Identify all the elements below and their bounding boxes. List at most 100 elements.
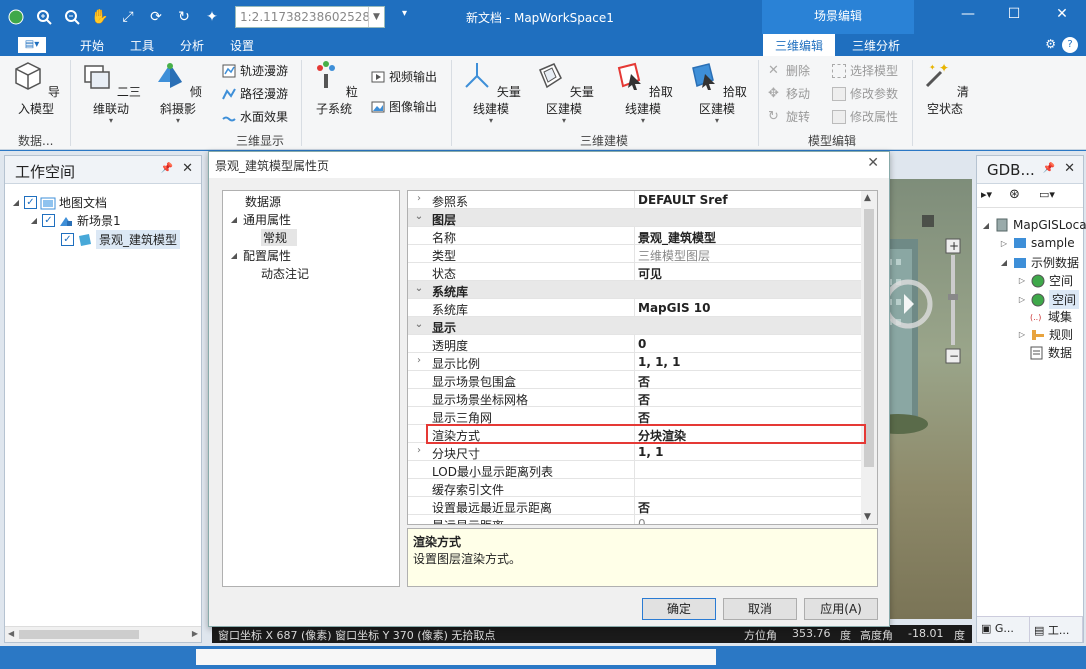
property-value[interactable]: 否: [638, 499, 650, 516]
gdb-node-rules[interactable]: ▷ 规则: [1017, 326, 1073, 343]
full-extent-icon[interactable]: ⤢: [116, 5, 140, 29]
gdb-node-spatial-2[interactable]: ▷ 空间: [1017, 290, 1080, 309]
tab-tools[interactable]: 工具: [130, 37, 154, 54]
chevron-down-icon[interactable]: ▼: [368, 7, 384, 27]
property-value[interactable]: 否: [638, 391, 650, 408]
video-output-button[interactable]: 视频输出: [371, 68, 437, 85]
tab-edit3d[interactable]: 三维编辑: [763, 34, 836, 56]
nav-datasource[interactable]: 数据源: [245, 193, 281, 210]
water-effect-button[interactable]: 水面效果: [222, 108, 288, 125]
property-value[interactable]: 0: [638, 337, 646, 351]
scene-3d-view[interactable]: + −: [878, 179, 972, 619]
pan-hand-icon[interactable]: ✋: [88, 5, 112, 29]
expand-icon[interactable]: ›: [412, 355, 426, 366]
gdb-node-sample-data[interactable]: ◢ 示例数据: [999, 254, 1079, 271]
particle-system-button[interactable]: 粒子系统: [306, 60, 362, 117]
ok-button[interactable]: 确定: [642, 598, 716, 620]
horizontal-scrollbar[interactable]: ◀ ▶: [5, 626, 201, 642]
scale-combobox[interactable]: 1:2.11738238602528 ▼: [235, 6, 385, 28]
grid-property-row[interactable]: 渲染方式 分块渲染: [408, 425, 862, 443]
move-button[interactable]: ✥ 移动: [768, 85, 810, 102]
pin-icon[interactable]: 📌: [1043, 163, 1055, 174]
grid-property-row[interactable]: 缓存索引文件: [408, 479, 862, 497]
delete-button[interactable]: ✕ 删除: [768, 62, 810, 79]
image-output-button[interactable]: 图像输出: [371, 98, 437, 115]
app-globe-icon[interactable]: [4, 5, 28, 29]
property-value[interactable]: DEFAULT Sref: [638, 193, 728, 207]
modify-attrs-button[interactable]: 修改属性: [832, 108, 898, 125]
grid-property-row[interactable]: 显示场景包围盒 否: [408, 371, 862, 389]
apply-button[interactable]: 应用(A): [804, 598, 878, 620]
tab-start[interactable]: 开始: [80, 37, 104, 54]
modify-params-button[interactable]: 修改参数: [832, 85, 898, 102]
property-value[interactable]: 三维模型图层: [638, 247, 710, 264]
scroll-left-icon[interactable]: ◀: [8, 629, 14, 638]
grid-category-row[interactable]: ⌄ 显示: [408, 317, 862, 335]
property-value[interactable]: 可见: [638, 265, 662, 282]
nav-normal[interactable]: 常规: [261, 229, 298, 246]
grid-property-row[interactable]: 设置最远最近显示距离 否: [408, 497, 862, 515]
grid-category-row[interactable]: ⌄ 图层: [408, 209, 862, 227]
expand-icon[interactable]: ›: [412, 193, 426, 204]
dialog-close-icon[interactable]: ✕: [867, 155, 879, 171]
expand-icon[interactable]: ◢: [999, 258, 1009, 267]
nav-config[interactable]: ◢ 配置属性: [229, 247, 291, 264]
scroll-down-icon[interactable]: ▼: [864, 512, 871, 522]
gdb-node-domain[interactable]: (..) 域集: [1029, 308, 1072, 325]
tab-analysis3d[interactable]: 三维分析: [852, 37, 900, 54]
refresh-icon[interactable]: ⟳: [144, 5, 168, 29]
maximize-button[interactable]: ☐: [1004, 6, 1024, 22]
clear-state-button[interactable]: ✦ ✦ 清空状态: [918, 60, 972, 117]
tree-node-map-doc[interactable]: ◢ ✓ 地图文档: [11, 194, 107, 211]
vertical-scrollbar[interactable]: ▲ ▼: [861, 191, 877, 524]
grid-property-row[interactable]: 状态 可见: [408, 263, 862, 281]
grid-property-row[interactable]: › 分块尺寸 1, 1: [408, 443, 862, 461]
expand-icon[interactable]: ◢: [29, 216, 39, 225]
grid-property-row[interactable]: 系统库 MapGIS 10: [408, 299, 862, 317]
vector-line-model-button[interactable]: 矢量线建模 ▾: [458, 60, 524, 125]
expand-icon[interactable]: ◢: [11, 198, 21, 207]
grid-property-row[interactable]: › 参照系 DEFAULT Sref: [408, 191, 862, 209]
expand-icon[interactable]: ◢: [981, 221, 991, 230]
close-button[interactable]: ✕: [1052, 6, 1072, 22]
link-2d3d-button[interactable]: 二三维联动 ▾: [78, 60, 144, 125]
pick-line-model-button[interactable]: 拾取线建模 ▾: [610, 60, 676, 125]
help-icon[interactable]: ?: [1062, 37, 1078, 53]
nav-dynamic-note[interactable]: 动态注记: [261, 265, 309, 282]
nav-general[interactable]: ◢ 通用属性: [229, 211, 291, 228]
close-icon[interactable]: ✕: [182, 161, 193, 176]
tab-gdb[interactable]: ▣ G...: [977, 617, 1030, 642]
checkbox[interactable]: ✓: [42, 214, 55, 227]
expand-icon[interactable]: ▷: [1017, 276, 1027, 285]
gdb-node-sample[interactable]: ▷ sample: [999, 236, 1075, 250]
collapse-icon[interactable]: ⌄: [412, 211, 426, 222]
scroll-thumb[interactable]: [864, 209, 874, 467]
expand-icon[interactable]: ›: [412, 445, 426, 456]
collapse-icon[interactable]: ⌄: [412, 283, 426, 294]
app-menu-button[interactable]: ▤▾: [18, 37, 46, 53]
property-value[interactable]: 1, 1, 1: [638, 355, 681, 369]
property-value[interactable]: 0: [638, 517, 646, 524]
gdb-view-icon[interactable]: ▭▾: [1039, 188, 1055, 201]
scroll-thumb[interactable]: [19, 630, 139, 639]
qat-customize-icon[interactable]: ▾: [402, 8, 407, 19]
tree-node-layer[interactable]: ✓ 景观_建筑模型: [61, 230, 181, 249]
grid-property-row[interactable]: 类型 三维模型图层: [408, 245, 862, 263]
expand-icon[interactable]: ◢: [229, 251, 239, 260]
gear-icon[interactable]: ⚙: [1045, 37, 1056, 51]
import-model-button[interactable]: 导入模型: [8, 60, 64, 117]
collapse-icon[interactable]: ⌄: [412, 319, 426, 330]
rotate-button[interactable]: ↻ 旋转: [768, 108, 810, 125]
tree-node-scene[interactable]: ◢ ✓ 新场景1: [29, 212, 121, 229]
property-value[interactable]: 否: [638, 409, 650, 426]
property-value[interactable]: 否: [638, 373, 650, 390]
pick-area-model-button[interactable]: 拾取区建模 ▾: [684, 60, 750, 125]
gdb-node-local[interactable]: ◢ MapGISLoca: [981, 218, 1086, 232]
property-value[interactable]: 1, 1: [638, 445, 663, 459]
property-value[interactable]: MapGIS 10: [638, 301, 710, 315]
scroll-right-icon[interactable]: ▶: [192, 629, 198, 638]
zoom-out-icon[interactable]: [60, 5, 84, 29]
gdb-connect-icon[interactable]: ⊛: [1009, 187, 1020, 202]
expand-icon[interactable]: ▷: [1017, 330, 1027, 339]
expand-icon[interactable]: ▷: [999, 239, 1009, 248]
